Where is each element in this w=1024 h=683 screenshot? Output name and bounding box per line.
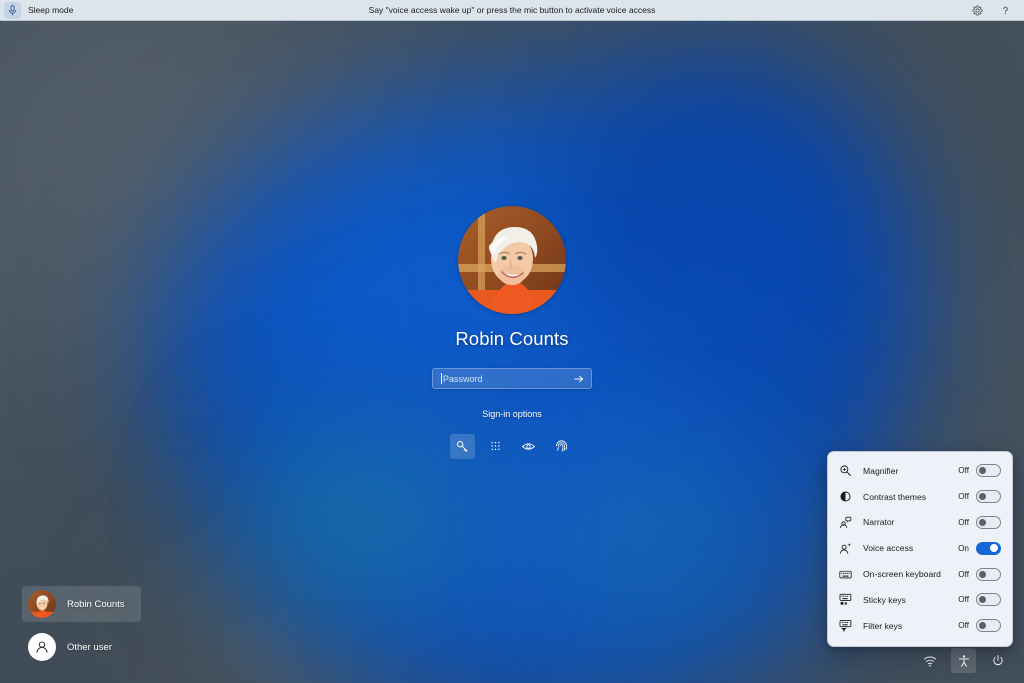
arrow-right-icon: [573, 375, 583, 382]
filter-keys-icon: [838, 618, 853, 633]
a11y-row-sticky-keys[interactable]: Sticky keys Off: [828, 587, 1012, 613]
a11y-toggle[interactable]: [976, 567, 1001, 581]
a11y-row-filter-keys[interactable]: Filter keys Off: [828, 613, 1012, 639]
voice-access-hint: Say "voice access wake up" or press the …: [368, 5, 656, 15]
narrator-icon: [838, 515, 853, 530]
help-icon: [1002, 6, 1008, 14]
user-list-item-robin[interactable]: Robin Counts: [22, 586, 141, 622]
contrast-themes-icon: [838, 489, 853, 504]
accessibility-icon: [958, 654, 969, 667]
user-list-item-label: Other user: [67, 641, 112, 653]
a11y-label: Contrast themes: [863, 491, 927, 502]
a11y-label: On-screen keyboard: [863, 569, 941, 580]
signin-option-pin[interactable]: [483, 434, 508, 459]
a11y-state: Off: [958, 621, 969, 631]
lock-screen: Sleep mode Say "voice access wake up" or…: [0, 0, 1024, 683]
signin-option-face[interactable]: [516, 434, 541, 459]
a11y-label: Filter keys: [863, 620, 903, 631]
a11y-row-contrast-themes[interactable]: Contrast themes Off: [828, 484, 1012, 510]
a11y-toggle[interactable]: [976, 515, 1001, 529]
a11y-label: Voice access: [863, 543, 914, 554]
user-avatar-photo: [458, 206, 566, 314]
a11y-toggle[interactable]: [976, 490, 1001, 504]
a11y-toggle[interactable]: [976, 619, 1001, 633]
pin-keypad-icon: [491, 441, 500, 451]
voice-access-help-button[interactable]: [996, 1, 1014, 19]
voice-access-bar: Sleep mode Say "voice access wake up" or…: [0, 0, 1024, 21]
a11y-toggle[interactable]: [976, 541, 1001, 555]
power-icon: [992, 654, 1003, 665]
a11y-row-magnifier[interactable]: Magnifier Off: [828, 458, 1012, 484]
avatar: [28, 633, 56, 661]
a11y-row-voice-access[interactable]: Voice access On: [828, 535, 1012, 561]
voice-access-settings-button[interactable]: [968, 1, 986, 19]
a11y-row-narrator[interactable]: Narrator Off: [828, 510, 1012, 536]
wifi-button[interactable]: [917, 648, 942, 673]
signin-options-row: [450, 434, 574, 459]
system-tray: [917, 648, 1010, 673]
a11y-toggle[interactable]: [976, 593, 1001, 607]
a11y-toggle[interactable]: [976, 464, 1001, 478]
user-list-item-label: Robin Counts: [67, 598, 125, 610]
a11y-state: Off: [958, 492, 969, 502]
a11y-state: On: [958, 543, 969, 553]
a11y-state: Off: [958, 595, 969, 605]
signin-option-fingerprint[interactable]: [549, 434, 574, 459]
avatar: [28, 590, 56, 618]
a11y-row-on-screen-keyboard[interactable]: On-screen keyboard Off: [828, 561, 1012, 587]
microphone-icon: [8, 4, 17, 15]
signin-options-link[interactable]: Sign-in options: [482, 409, 542, 419]
a11y-state: Off: [958, 569, 969, 579]
a11y-state: Off: [958, 466, 969, 476]
face-eye-icon: [521, 443, 536, 450]
password-key-icon: [457, 441, 468, 452]
text-caret: [441, 373, 442, 384]
password-input[interactable]: [443, 373, 570, 384]
password-field-container[interactable]: [432, 368, 592, 389]
page-title: Robin Counts: [455, 328, 569, 349]
voice-access-icon: [838, 541, 853, 556]
a11y-state: Off: [958, 517, 969, 527]
user-avatar-photo: [28, 590, 56, 618]
gear-icon: [972, 5, 982, 15]
on-screen-keyboard-icon: [838, 567, 853, 582]
fingerprint-icon: [556, 440, 567, 452]
avatar: [458, 206, 566, 314]
user-switch-list: Robin Counts Other user: [22, 586, 141, 665]
magnifier-icon: [838, 463, 853, 478]
accessibility-flyout: Magnifier Off Contrast themes Off Narrat…: [827, 451, 1013, 647]
accessibility-button[interactable]: [951, 648, 976, 673]
wifi-icon: [923, 656, 936, 666]
a11y-label: Sticky keys: [863, 594, 906, 605]
generic-person-icon: [36, 641, 48, 653]
voice-access-status: Sleep mode: [0, 1, 250, 19]
power-button[interactable]: [985, 648, 1010, 673]
microphone-button[interactable]: [4, 1, 21, 19]
a11y-label: Narrator: [863, 517, 895, 528]
submit-button[interactable]: [570, 370, 587, 387]
a11y-label: Magnifier: [863, 465, 899, 476]
sticky-keys-icon: [838, 592, 853, 607]
sleep-mode-label: Sleep mode: [28, 5, 74, 15]
signin-option-password[interactable]: [450, 434, 475, 459]
user-list-item-other[interactable]: Other user: [22, 629, 141, 665]
